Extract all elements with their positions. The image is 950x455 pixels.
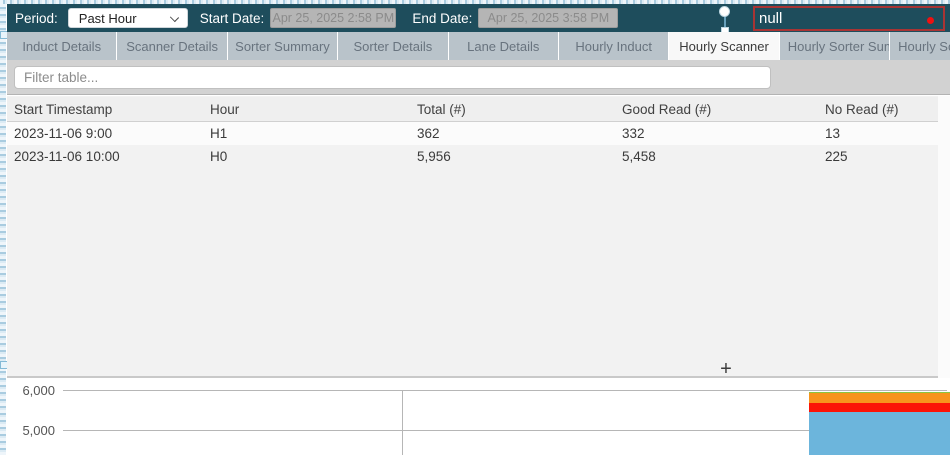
col-total[interactable]: Total (#) [417,102,622,117]
no-read-segment [809,403,950,412]
y-axis-tick: 5,000 [7,423,55,438]
table-header-row: Start Timestamp Hour Total (#) Good Read… [7,97,938,121]
table-row[interactable]: 2023-11-06 9:00 H1 362 332 13 [7,122,938,145]
tab-hourly-sort[interactable]: Hourly Sort [890,32,950,60]
start-date-label: Start Date: [200,11,265,26]
category-divider-line [402,390,403,455]
good-read-segment [809,412,950,455]
period-label: Period: [15,11,58,26]
col-no-read[interactable]: No Read (#) [825,102,938,117]
tab-lane-details[interactable]: Lane Details [449,32,559,60]
data-table: Start Timestamp Hour Total (#) Good Read… [7,96,950,378]
selected-component-text: null [755,10,782,27]
y-axis-tick: 6,000 [7,383,55,398]
col-start-timestamp[interactable]: Start Timestamp [14,102,210,117]
col-hour[interactable]: Hour [210,102,417,117]
segment-orange-segment [809,393,950,402]
table-scrollbar-track[interactable] [938,96,950,378]
col-good-read[interactable]: Good Read (#) [622,102,825,117]
selected-component-overlay: null [753,6,945,31]
table-row[interactable]: 2023-11-06 10:00 H0 5,956 5,458 225 [7,145,938,168]
red-dot-indicator [927,17,934,24]
add-button[interactable]: + [715,360,737,380]
tab-induct-details[interactable]: Induct Details [7,32,117,60]
end-date-input[interactable]: Apr 25, 2025 3:58 PM [478,8,618,28]
tab-hourly-induct[interactable]: Hourly Induct [559,32,669,60]
period-select-value: Past Hour [79,11,137,26]
tab-hourly-scanner[interactable]: Hourly Scanner [669,32,779,60]
hourly-scanner-chart: 6,000 5,000 [7,380,950,455]
tab-sorter-details[interactable]: Sorter Details [338,32,448,60]
filter-table-input[interactable] [14,66,771,89]
tab-bar: Induct Details Scanner Details Sorter Su… [7,32,950,60]
start-date-input[interactable]: Apr 25, 2025 2:58 PM [270,8,396,28]
tab-hourly-sorter-summary[interactable]: Hourly Sorter Summary [780,32,890,60]
stacked-bar[interactable] [809,380,950,455]
tab-scanner-details[interactable]: Scanner Details [117,32,227,60]
end-date-label: End Date: [412,11,472,26]
period-select[interactable]: Past Hour [68,8,188,28]
ruler-left [0,4,6,455]
filter-bar [7,60,950,95]
chevron-down-icon [170,13,179,22]
selection-anchor-handle[interactable] [719,6,730,17]
tab-sorter-summary[interactable]: Sorter Summary [228,32,338,60]
